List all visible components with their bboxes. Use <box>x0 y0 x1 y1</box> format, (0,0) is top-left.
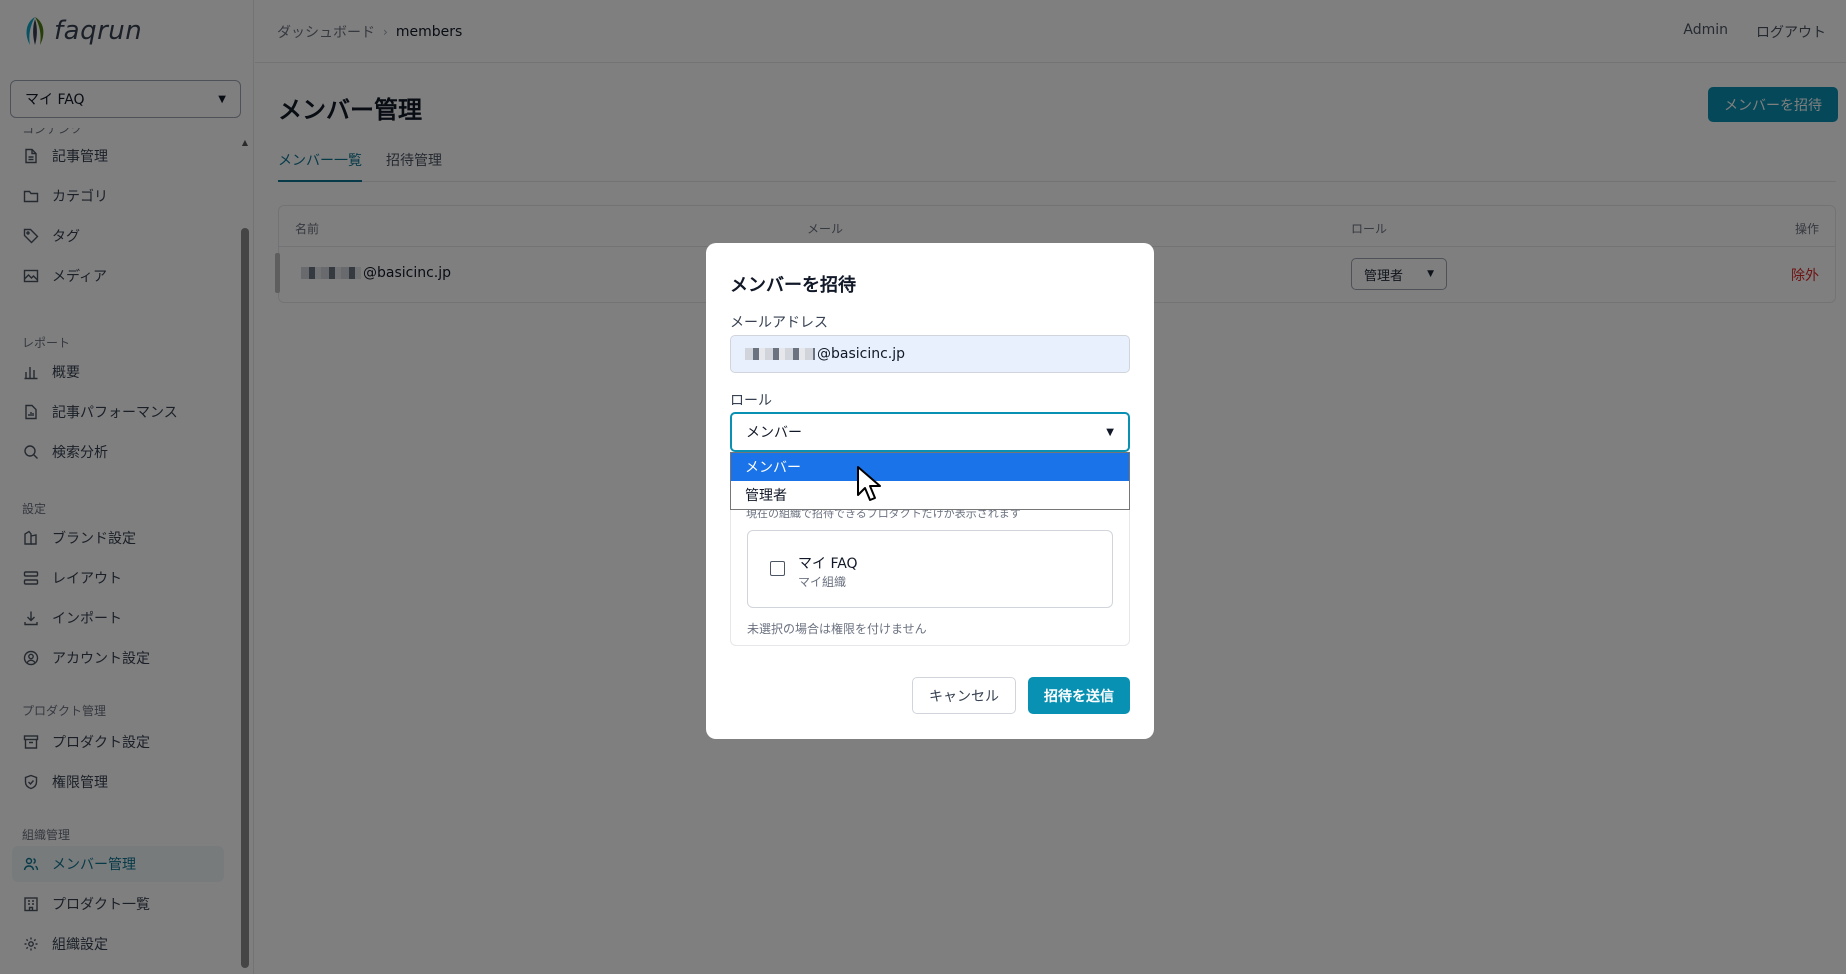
role-select[interactable]: メンバー ▼ <box>730 412 1130 452</box>
role-option-member[interactable]: メンバー <box>731 453 1129 481</box>
role-label: ロール <box>730 393 772 409</box>
email-value: @basicinc.jp <box>817 346 906 362</box>
email-label: メールアドレス <box>730 315 828 331</box>
modal-title: メンバーを招待 <box>730 275 856 296</box>
product-org: マイ組織 <box>798 575 847 589</box>
mouse-cursor-icon <box>857 466 881 501</box>
role-dropdown-list: メンバー 管理者 <box>730 452 1130 510</box>
role-select-value: メンバー <box>746 425 802 441</box>
send-invite-button[interactable]: 招待を送信 <box>1028 677 1130 714</box>
cancel-button[interactable]: キャンセル <box>912 677 1016 714</box>
email-field[interactable]: @basicinc.jp <box>730 335 1130 373</box>
permission-box: マイ FAQ マイ組織 未選択の場合は権限を付けません <box>730 499 1130 646</box>
chevron-down-icon: ▼ <box>1106 426 1114 438</box>
product-checkbox[interactable] <box>770 561 785 576</box>
permission-note: 未選択の場合は権限を付けません <box>747 622 927 636</box>
product-name: マイ FAQ <box>798 556 858 572</box>
redacted-block <box>745 348 815 360</box>
role-option-admin[interactable]: 管理者 <box>731 481 1129 509</box>
product-option[interactable]: マイ FAQ マイ組織 <box>747 530 1113 608</box>
